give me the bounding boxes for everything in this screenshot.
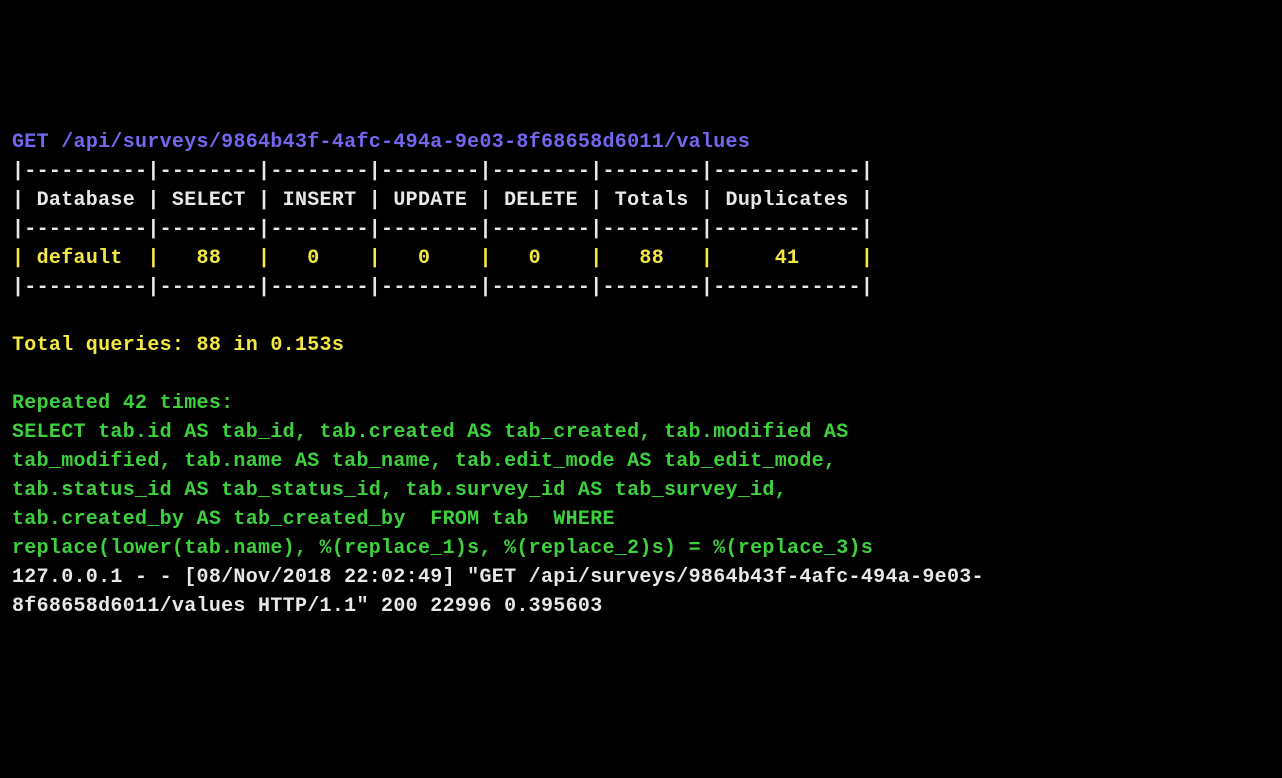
terminal-output: GET /api/surveys/9864b43f-4afc-494a-9e03… bbox=[12, 128, 1270, 621]
table-data-row: default | 88 | 0 | 0 | 0 | 88 | 41 | bbox=[37, 247, 874, 270]
table-header-row: | Database | SELECT | INSERT | UPDATE | … bbox=[12, 189, 873, 212]
total-queries-summary: Total queries: 88 in 0.153s bbox=[12, 334, 344, 357]
request-method: GET bbox=[12, 131, 49, 154]
access-log-line-1: 127.0.0.1 - - [08/Nov/2018 22:02:49] "GE… bbox=[12, 566, 984, 589]
sql-query-line-1: SELECT tab.id AS tab_id, tab.created AS … bbox=[12, 421, 849, 444]
request-path: /api/surveys/9864b43f-4afc-494a-9e03-8f6… bbox=[61, 131, 750, 154]
request-space bbox=[49, 131, 61, 154]
table-data-row-prefix: | bbox=[12, 247, 37, 270]
sql-query-line-5: replace(lower(tab.name), %(replace_1)s, … bbox=[12, 537, 873, 560]
access-log-line-2: 8f68658d6011/values HTTP/1.1" 200 22996 … bbox=[12, 595, 603, 618]
repeated-header: Repeated 42 times: bbox=[12, 392, 233, 415]
sql-query-line-3: tab.status_id AS tab_status_id, tab.surv… bbox=[12, 479, 787, 502]
table-border-top: |----------|--------|--------|--------|-… bbox=[12, 160, 873, 183]
sql-query-line-4: tab.created_by AS tab_created_by FROM ta… bbox=[12, 508, 615, 531]
table-border-bot: |----------|--------|--------|--------|-… bbox=[12, 276, 873, 299]
sql-query-line-2: tab_modified, tab.name AS tab_name, tab.… bbox=[12, 450, 836, 473]
table-border-mid: |----------|--------|--------|--------|-… bbox=[12, 218, 873, 241]
